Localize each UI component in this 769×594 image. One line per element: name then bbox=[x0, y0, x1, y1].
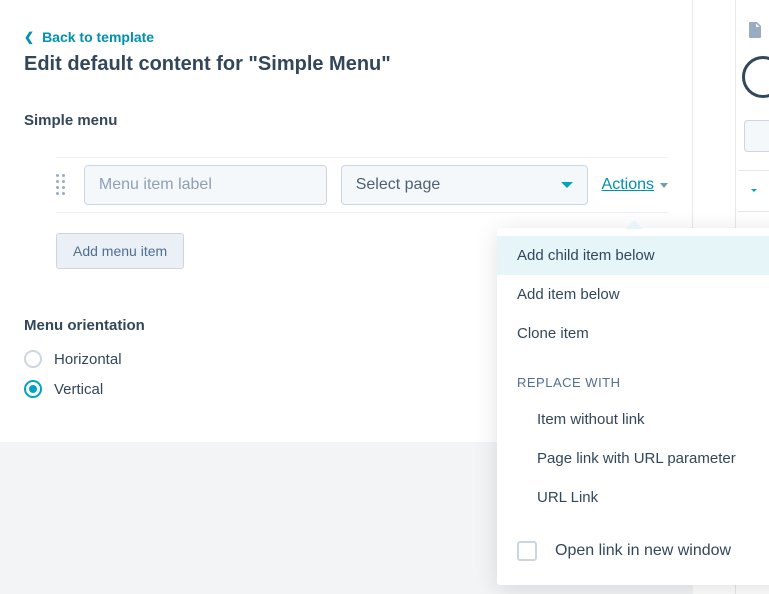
radio-unchecked-icon bbox=[24, 350, 42, 368]
actions-label: Actions bbox=[602, 176, 654, 194]
replace-item-without-link[interactable]: Item without link bbox=[497, 400, 769, 439]
radio-label: Horizontal bbox=[54, 351, 122, 368]
collapse-sidebar-button[interactable] bbox=[738, 170, 769, 212]
actions-menu-trigger[interactable]: Actions bbox=[602, 176, 668, 194]
page-title: Edit default content for "Simple Menu" bbox=[24, 53, 668, 76]
action-clone-item[interactable]: Clone item bbox=[497, 314, 769, 353]
replace-url-link[interactable]: URL Link bbox=[497, 478, 769, 517]
action-add-item-below[interactable]: Add item below bbox=[497, 275, 769, 314]
action-add-child-below[interactable]: Add child item below bbox=[497, 236, 769, 275]
caret-down-icon bbox=[561, 182, 573, 188]
drag-handle-icon[interactable] bbox=[56, 174, 70, 196]
replace-page-link-url-param[interactable]: Page link with URL parameter bbox=[497, 439, 769, 478]
section-heading: Simple menu bbox=[24, 112, 668, 129]
back-link[interactable]: ❮ Back to template bbox=[24, 29, 154, 45]
open-new-window-row: Open link in new window bbox=[497, 517, 769, 561]
sidebar-tool-button[interactable] bbox=[744, 120, 769, 152]
actions-dropdown: Add child item below Add item below Clon… bbox=[497, 228, 769, 585]
caret-down-icon bbox=[660, 183, 668, 188]
chevron-left-icon: ❮ bbox=[24, 30, 34, 44]
menu-item-row: Select page Actions bbox=[56, 157, 668, 213]
back-link-label: Back to template bbox=[42, 29, 154, 45]
select-page-label: Select page bbox=[356, 176, 441, 194]
avatar[interactable] bbox=[742, 56, 769, 98]
open-new-window-checkbox[interactable] bbox=[517, 541, 537, 561]
radio-label: Vertical bbox=[54, 381, 103, 398]
open-new-window-label: Open link in new window bbox=[555, 542, 731, 560]
document-icon[interactable] bbox=[748, 22, 762, 43]
radio-checked-icon bbox=[24, 380, 42, 398]
add-menu-item-button[interactable]: Add menu item bbox=[56, 233, 184, 269]
menu-item-label-input[interactable] bbox=[84, 165, 327, 205]
replace-with-header: REPLACE WITH bbox=[497, 353, 769, 400]
select-page-dropdown[interactable]: Select page bbox=[341, 165, 588, 205]
